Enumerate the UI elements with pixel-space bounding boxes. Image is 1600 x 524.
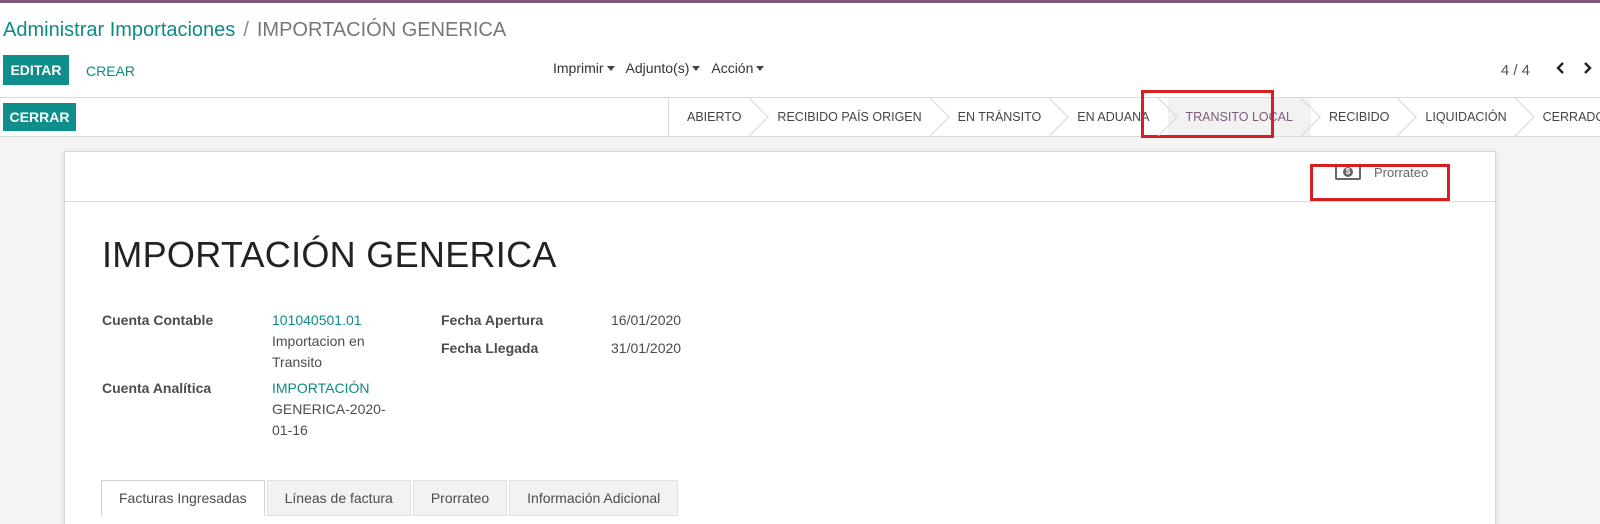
breadcrumb-current: IMPORTACIÓN GENERICA <box>256 19 507 41</box>
chevron-right-icon[interactable] <box>1574 61 1600 79</box>
tab-informacion-adicional[interactable]: Información Adicional <box>509 480 679 516</box>
highlight-box-prorrateo <box>1310 164 1450 201</box>
cuenta-analitica-label: Cuenta Analítica <box>102 380 212 396</box>
stage-arrow <box>1515 98 1535 136</box>
chevron-left-icon[interactable] <box>1548 61 1574 79</box>
breadcrumb: Administrar Importaciones / IMPORTACIÓN GE… <box>3 19 506 42</box>
cuenta-contable-name-line1: Importacion en <box>272 333 365 349</box>
notebook-tabs: Facturas Ingresadas Líneas de factura Pr… <box>101 480 680 516</box>
breadcrumb-separator: / <box>243 19 249 41</box>
stage-label: ABIERTO <box>687 110 742 124</box>
stage-label: LIQUIDACIÓN <box>1425 110 1507 124</box>
fecha-llegada-value: 31/01/2020 <box>611 340 682 356</box>
stage-cerrado[interactable]: CERRADO <box>1525 98 1600 136</box>
stage-arrow <box>1301 98 1321 136</box>
create-button[interactable]: CREAR <box>86 63 135 79</box>
form-sheet: $ Prorrateo IMPORTACIÓN GENERICA Cuenta … <box>64 151 1496 524</box>
stage-abierto[interactable]: ABIERTO <box>669 98 759 136</box>
cuenta-analitica-line2: GENERICA-2020- <box>272 401 386 417</box>
tab-lineas-de-factura[interactable]: Líneas de factura <box>266 480 411 516</box>
attachments-dropdown[interactable]: Adjunto(s) <box>626 60 701 76</box>
caret-down-icon <box>606 65 615 71</box>
status-bar: CERRAR ABIERTO RECIBIDO PAÍS ORIGEN EN T… <box>0 98 1600 137</box>
caret-down-icon <box>756 65 765 71</box>
caret-down-icon <box>692 65 701 71</box>
cuenta-analitica-link[interactable]: IMPORTACIÓN <box>272 378 386 399</box>
action-dropdown[interactable]: Acción <box>711 60 765 76</box>
stage-arrow <box>1158 98 1178 136</box>
print-label: Imprimir <box>553 60 604 76</box>
action-menus: Imprimir Adjunto(s) Acción <box>553 60 765 76</box>
stage-label: RECIBIDO <box>1328 110 1390 124</box>
stage-arrow <box>1049 98 1069 136</box>
cuenta-analitica-value: IMPORTACIÓN GENERICA-2020- 01-16 <box>272 378 386 441</box>
cuenta-contable-name-line2: Transito <box>272 354 323 370</box>
tab-facturas-ingresadas[interactable]: Facturas Ingresadas <box>101 480 265 516</box>
stage-arrow <box>1397 98 1417 136</box>
edit-button[interactable]: EDITAR <box>3 55 69 85</box>
stage-liquidacion[interactable]: LIQUIDACIÓN <box>1407 98 1524 136</box>
close-button[interactable]: CERRAR <box>3 103 76 131</box>
stage-label: RECIBIDO PAÍS ORIGEN <box>777 110 922 124</box>
fecha-apertura-label: Fecha Apertura <box>441 312 544 328</box>
stage-label: EN TRÁNSITO <box>957 110 1042 124</box>
pager: 4 / 4 <box>1501 61 1600 79</box>
stage-pipeline: ABIERTO RECIBIDO PAÍS ORIGEN EN TRÁNSITO… <box>668 98 1600 136</box>
print-dropdown[interactable]: Imprimir <box>553 60 615 76</box>
breadcrumb-parent-link[interactable]: Administrar Importaciones <box>3 19 235 41</box>
fecha-llegada-label: Fecha Llegada <box>441 340 539 356</box>
cuenta-contable-value: 101040501.01 Importacion en Transito <box>272 310 365 373</box>
tab-prorrateo[interactable]: Prorrateo <box>412 480 508 516</box>
stage-label: EN ADUANA <box>1077 110 1150 124</box>
stage-recibido[interactable]: RECIBIDO <box>1311 98 1407 136</box>
cuenta-contable-link[interactable]: 101040501.01 <box>272 310 365 331</box>
control-panel: Administrar Importaciones / IMPORTACIÓN GE… <box>0 3 1600 98</box>
pager-value[interactable]: 4 / 4 <box>1501 62 1530 79</box>
record-title: IMPORTACIÓN GENERICA <box>102 234 557 275</box>
stage-arrow <box>930 98 950 136</box>
cuenta-analitica-line3: 01-16 <box>272 422 308 438</box>
smart-button-box: $ Prorrateo <box>65 152 1495 202</box>
stage-en-transito[interactable]: EN TRÁNSITO <box>940 98 1060 136</box>
action-label: Acción <box>711 60 754 76</box>
stage-arrow <box>749 98 769 136</box>
cuenta-contable-label: Cuenta Contable <box>102 312 214 328</box>
fecha-apertura-value: 16/01/2020 <box>611 312 682 328</box>
stage-recibido-pais-origen[interactable]: RECIBIDO PAÍS ORIGEN <box>759 98 939 136</box>
attachments-label: Adjunto(s) <box>625 60 690 76</box>
stage-label: CERRADO <box>1542 110 1600 124</box>
